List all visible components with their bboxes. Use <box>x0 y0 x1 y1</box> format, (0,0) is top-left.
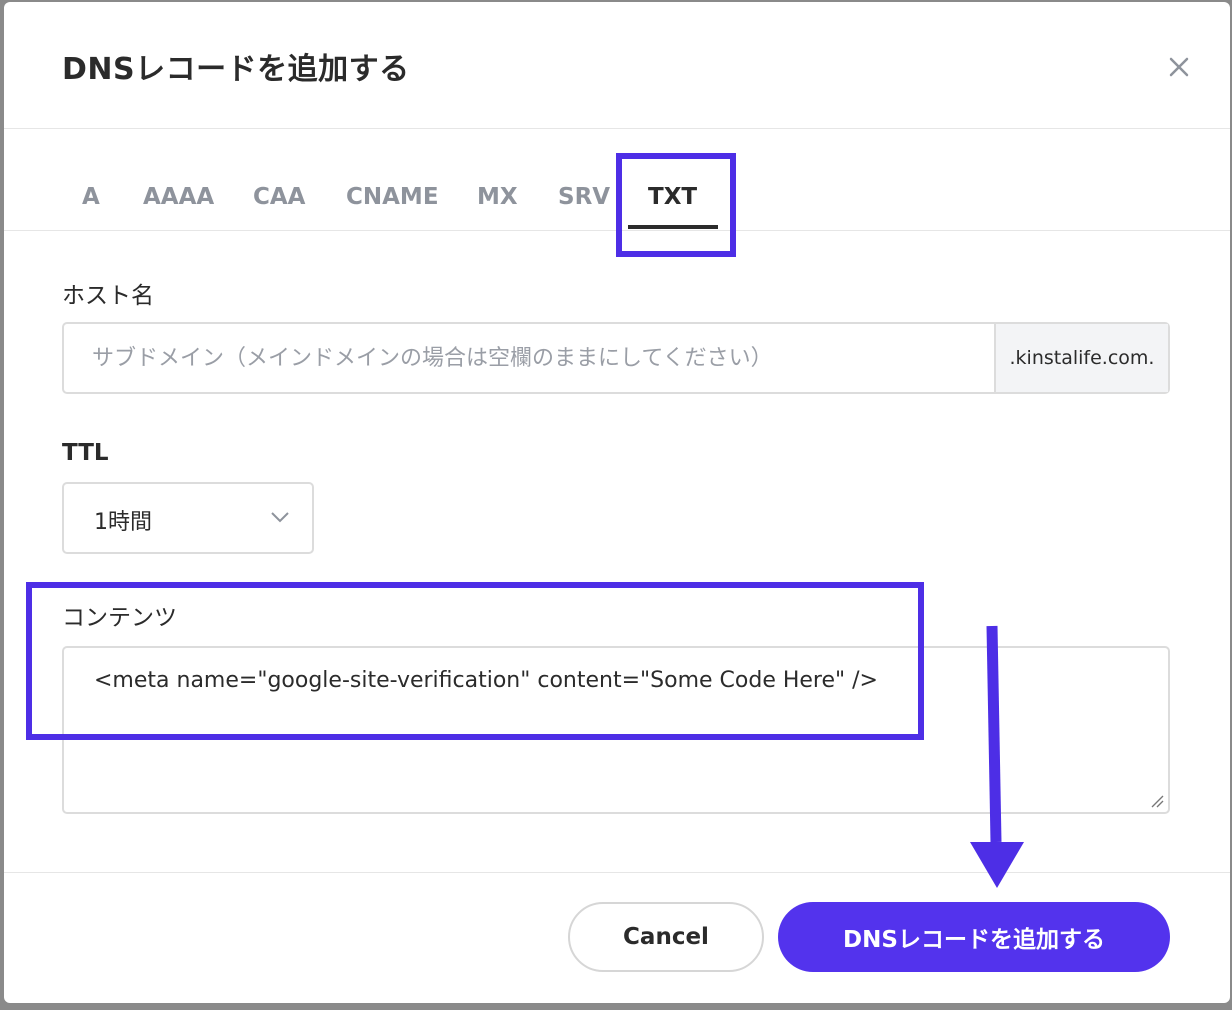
resize-handle-icon[interactable] <box>1150 794 1164 808</box>
hostname-input[interactable] <box>64 324 994 392</box>
ttl-select[interactable]: 1時間 <box>62 482 314 554</box>
tabs-divider <box>4 230 1230 231</box>
tab-cname[interactable]: CNAME <box>346 184 439 210</box>
content-value: <meta name="google-site-verification" co… <box>94 668 878 693</box>
cancel-button[interactable]: Cancel <box>568 902 764 972</box>
hostname-label: ホスト名 <box>62 283 154 309</box>
chevron-down-icon <box>271 512 289 523</box>
tab-srv[interactable]: SRV <box>558 184 610 210</box>
add-dns-record-dialog: DNSレコードを追加する A AAAA CAA CNAME MX SRV TXT… <box>4 2 1230 1003</box>
dialog-title: DNSレコードを追加する <box>62 52 410 87</box>
ttl-label: TTL <box>62 440 109 466</box>
footer-divider <box>4 872 1230 873</box>
add-dns-record-button[interactable]: DNSレコードを追加する <box>778 902 1170 972</box>
tab-aaaa[interactable]: AAAA <box>143 184 214 210</box>
close-button[interactable] <box>1162 50 1196 84</box>
hostname-field: .kinstalife.com. <box>62 322 1170 394</box>
header-divider <box>4 128 1230 129</box>
content-label: コンテンツ <box>62 605 177 631</box>
domain-suffix: .kinstalife.com. <box>994 324 1168 392</box>
tab-txt[interactable]: TXT <box>648 184 697 210</box>
record-type-tabs: A AAAA CAA CNAME MX SRV TXT <box>4 152 1230 232</box>
content-textarea[interactable]: <meta name="google-site-verification" co… <box>62 646 1170 814</box>
ttl-selected-value: 1時間 <box>94 510 152 535</box>
close-icon <box>1169 57 1189 77</box>
active-tab-indicator <box>628 225 718 229</box>
tab-mx[interactable]: MX <box>477 184 518 210</box>
tab-a[interactable]: A <box>82 184 100 210</box>
tab-caa[interactable]: CAA <box>253 184 305 210</box>
